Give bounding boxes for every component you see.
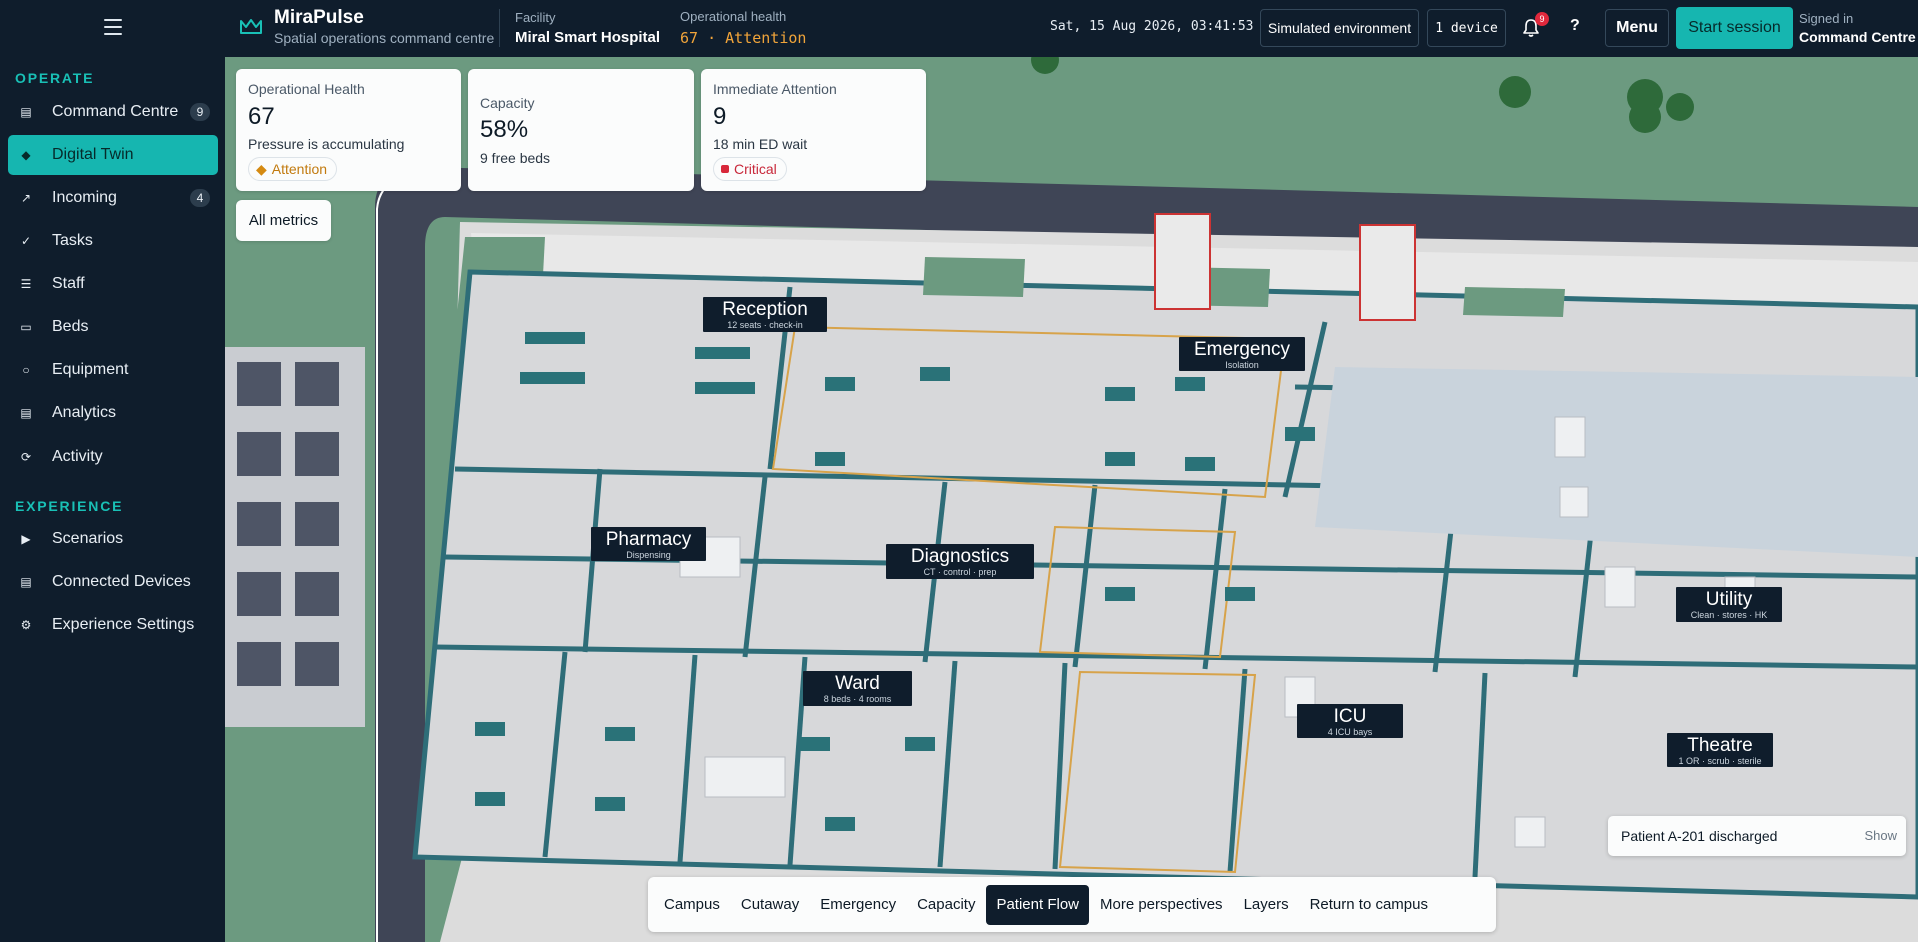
menu-button[interactable]: Menu [1605, 9, 1669, 47]
sidebar-item-label: Command Centre [52, 103, 179, 120]
square-icon [721, 165, 729, 173]
sidebar-item-label: Scenarios [52, 530, 124, 547]
refresh-icon: ⟳ [20, 450, 32, 464]
environment-pill[interactable]: Simulated environment [1260, 9, 1419, 47]
sidebar: OPERATE ▤ Command Centre 9 ◆ Digital Twi… [0, 57, 225, 942]
sidebar-item-activity[interactable]: ⟳ Activity [8, 437, 218, 477]
brand-name: MiraPulse [274, 7, 364, 28]
sidebar-item-label: Experience Settings [52, 616, 195, 633]
sidebar-item-label: Digital Twin [52, 146, 134, 163]
room-label-diagnostics[interactable]: Diagnostics CT · control · prep [886, 544, 1034, 579]
sidebar-item-label: Incoming [52, 189, 117, 206]
attention-badge: ◆ Attention [248, 157, 338, 181]
help-button[interactable]: ? [1570, 17, 1580, 35]
room-label-reception[interactable]: Reception 12 seats · check-in [703, 297, 827, 332]
diamond-icon: ◆ [256, 160, 267, 177]
signed-in-label: Signed in [1799, 11, 1854, 26]
bed-icon: ▭ [20, 320, 32, 334]
gear-icon: ⚙ [20, 618, 32, 632]
all-metrics-button[interactable]: All metrics [236, 200, 331, 241]
sidebar-item-scenarios[interactable]: ▶ Scenarios [8, 519, 218, 559]
section-operate: OPERATE [15, 70, 95, 86]
facility-label: Facility [515, 10, 556, 25]
capacity-card[interactable]: Capacity 58% 9 free beds [468, 69, 694, 191]
room-label-theatre[interactable]: Theatre 1 OR · scrub · sterile [1667, 733, 1773, 767]
layers-button[interactable]: Layers [1234, 885, 1299, 925]
card-subtitle: Pressure is accumulating [248, 136, 405, 152]
card-title: Operational Health [248, 81, 365, 97]
sidebar-item-label: Staff [52, 275, 85, 292]
sidebar-item-staff[interactable]: ☰ Staff [8, 264, 218, 304]
header-divider [499, 9, 500, 47]
sidebar-item-label: Analytics [52, 404, 117, 421]
command-centre-badge: 9 [190, 103, 210, 121]
more-perspectives-button[interactable]: More perspectives [1090, 885, 1233, 925]
incoming-badge: 4 [190, 189, 210, 207]
room-label-pharmacy[interactable]: Pharmacy Dispensing [591, 527, 706, 561]
device-icon: ▤ [20, 575, 32, 589]
toast-show-button[interactable]: Show [1864, 828, 1897, 843]
crown-logo-icon [240, 19, 262, 34]
critical-badge: Critical [713, 157, 787, 181]
operational-health-value: 67 · Attention [680, 29, 807, 47]
signed-in-value: Command Centre [1799, 29, 1916, 45]
return-to-campus-button[interactable]: Return to campus [1300, 885, 1438, 925]
room-label-utility[interactable]: Utility Clean · stores · HK [1676, 587, 1782, 622]
command-centre-icon: ▤ [20, 105, 32, 119]
room-label-ward[interactable]: Ward 8 beds · 4 rooms [803, 671, 912, 706]
toast-message: Patient A-201 discharged [1621, 828, 1778, 844]
card-value: 67 [248, 103, 275, 130]
perspective-bar: Campus Cutaway Emergency Capacity Patien… [648, 877, 1496, 932]
brand-subtitle: Spatial operations command centre [274, 30, 495, 46]
sidebar-item-incoming[interactable]: ↗ Incoming 4 [8, 178, 218, 218]
top-bar: MiraPulse Spatial operations command cen… [0, 0, 1918, 57]
sidebar-item-beds[interactable]: ▭ Beds [8, 307, 218, 347]
sidebar-item-analytics[interactable]: ▤ Analytics [8, 393, 218, 433]
device-count-pill[interactable]: 1 device [1427, 9, 1506, 47]
circle-icon: ○ [22, 363, 30, 377]
incoming-arrow-icon: ↗ [20, 191, 32, 205]
sidebar-item-command-centre[interactable]: ▤ Command Centre 9 [8, 92, 218, 132]
perspective-emergency[interactable]: Emergency [810, 885, 906, 925]
analytics-icon: ▤ [20, 406, 32, 420]
clock: Sat, 15 Aug 2026, 03:41:53 [1050, 19, 1254, 34]
sidebar-item-connected-devices[interactable]: ▤ Connected Devices [8, 562, 218, 602]
card-subtitle: 9 free beds [480, 150, 551, 166]
sidebar-item-equipment[interactable]: ○ Equipment [8, 350, 218, 390]
play-icon: ▶ [21, 532, 31, 546]
card-subtitle: 18 min ED wait [713, 136, 808, 152]
sidebar-item-experience-settings[interactable]: ⚙ Experience Settings [8, 605, 218, 645]
card-value: 58% [480, 116, 529, 143]
facility-value: Miral Smart Hospital [515, 29, 661, 46]
perspective-cutaway[interactable]: Cutaway [731, 885, 809, 925]
sidebar-item-label: Activity [52, 448, 103, 465]
sidebar-item-digital-twin[interactable]: ◆ Digital Twin [8, 135, 218, 175]
card-title: Immediate Attention [713, 81, 837, 97]
notification-toast: Patient A-201 discharged Show [1608, 816, 1906, 856]
sidebar-item-label: Connected Devices [52, 573, 191, 590]
hamburger-menu-icon[interactable] [104, 19, 122, 35]
list-icon: ☰ [20, 277, 32, 291]
room-label-icu[interactable]: ICU 4 ICU bays [1297, 704, 1403, 738]
operational-health-label: Operational health [680, 9, 787, 24]
operational-health-card[interactable]: Operational Health 67 Pressure is accumu… [236, 69, 461, 191]
digital-twin-icon: ◆ [21, 148, 31, 162]
card-title: Capacity [480, 95, 535, 111]
sidebar-item-label: Equipment [52, 361, 129, 378]
check-icon: ✓ [20, 234, 32, 248]
perspective-patient-flow[interactable]: Patient Flow [986, 884, 1089, 925]
section-experience: EXPERIENCE [15, 498, 124, 514]
notification-badge: 9 [1535, 12, 1549, 26]
sidebar-item-label: Tasks [52, 232, 93, 249]
immediate-attention-card[interactable]: Immediate Attention 9 18 min ED wait Cri… [701, 69, 926, 191]
sidebar-item-tasks[interactable]: ✓ Tasks [8, 221, 218, 261]
room-label-emergency[interactable]: Emergency Isolation [1179, 337, 1305, 371]
start-session-button[interactable]: Start session [1676, 7, 1793, 49]
perspective-campus[interactable]: Campus [654, 885, 730, 925]
sidebar-item-label: Beds [52, 318, 89, 335]
card-value: 9 [713, 103, 727, 130]
perspective-capacity[interactable]: Capacity [907, 885, 985, 925]
